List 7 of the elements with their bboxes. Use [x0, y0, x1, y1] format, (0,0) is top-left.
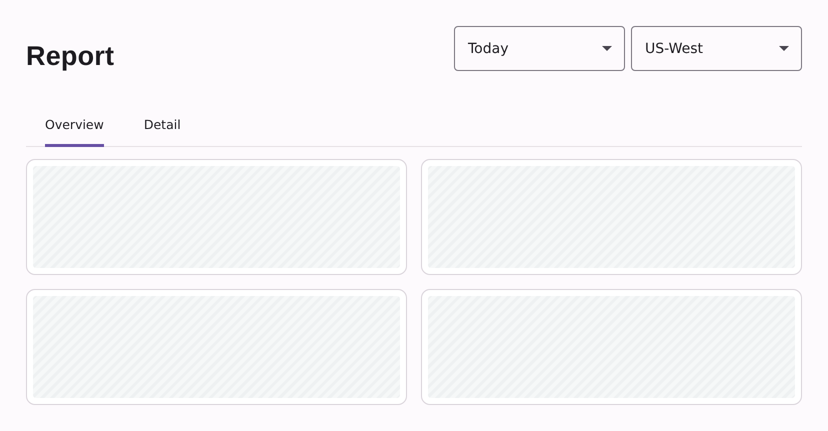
caret-icon [602, 46, 612, 51]
tab[interactable]: Detail [144, 109, 181, 147]
caret-icon [779, 46, 789, 51]
dropdown[interactable]: Today [454, 26, 625, 71]
tab[interactable]: Overview [45, 109, 104, 147]
page-title: Report [26, 41, 114, 72]
dropdown[interactable]: US-West [631, 26, 802, 71]
